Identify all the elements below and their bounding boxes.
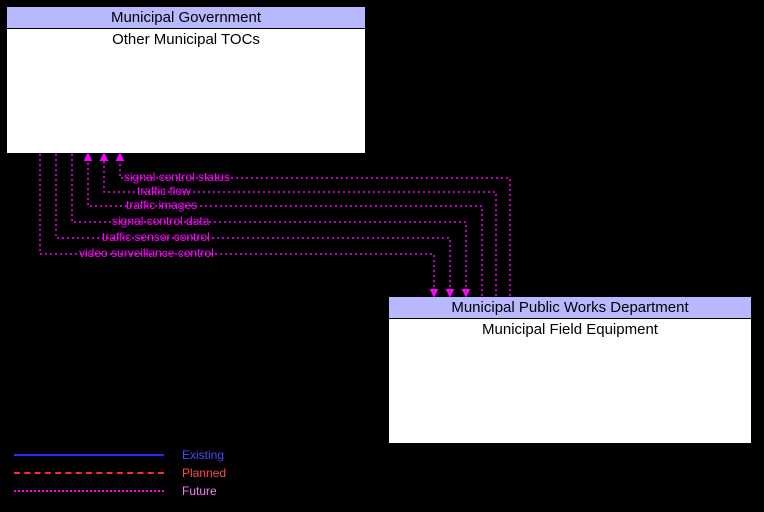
legend-label: Future bbox=[182, 484, 217, 498]
entity-municipal-field-equipment: Municipal Public Works Department Munici… bbox=[388, 296, 752, 444]
legend-swatch-existing bbox=[14, 454, 164, 456]
entity-header: Municipal Public Works Department bbox=[389, 297, 751, 319]
legend-swatch-future bbox=[14, 490, 164, 492]
legend-swatch-planned bbox=[14, 472, 164, 474]
flow-label: traffic sensor control bbox=[102, 230, 210, 244]
legend: Existing Planned Future bbox=[14, 446, 226, 500]
entity-body: Municipal Field Equipment bbox=[389, 319, 751, 338]
legend-label: Planned bbox=[182, 466, 226, 480]
legend-row-future: Future bbox=[14, 482, 226, 500]
flow-label: traffic flow bbox=[137, 184, 191, 198]
legend-row-existing: Existing bbox=[14, 446, 226, 464]
entity-other-municipal-tocs: Municipal Government Other Municipal TOC… bbox=[6, 6, 366, 154]
entity-body: Other Municipal TOCs bbox=[7, 29, 365, 48]
flow-label: video surveillance control bbox=[79, 246, 214, 260]
flow-label: traffic images bbox=[126, 198, 197, 212]
legend-label: Existing bbox=[182, 448, 224, 462]
legend-row-planned: Planned bbox=[14, 464, 226, 482]
flow-label: signal control status bbox=[124, 170, 230, 184]
flow-label: signal control data bbox=[112, 214, 209, 228]
entity-header: Municipal Government bbox=[7, 7, 365, 29]
